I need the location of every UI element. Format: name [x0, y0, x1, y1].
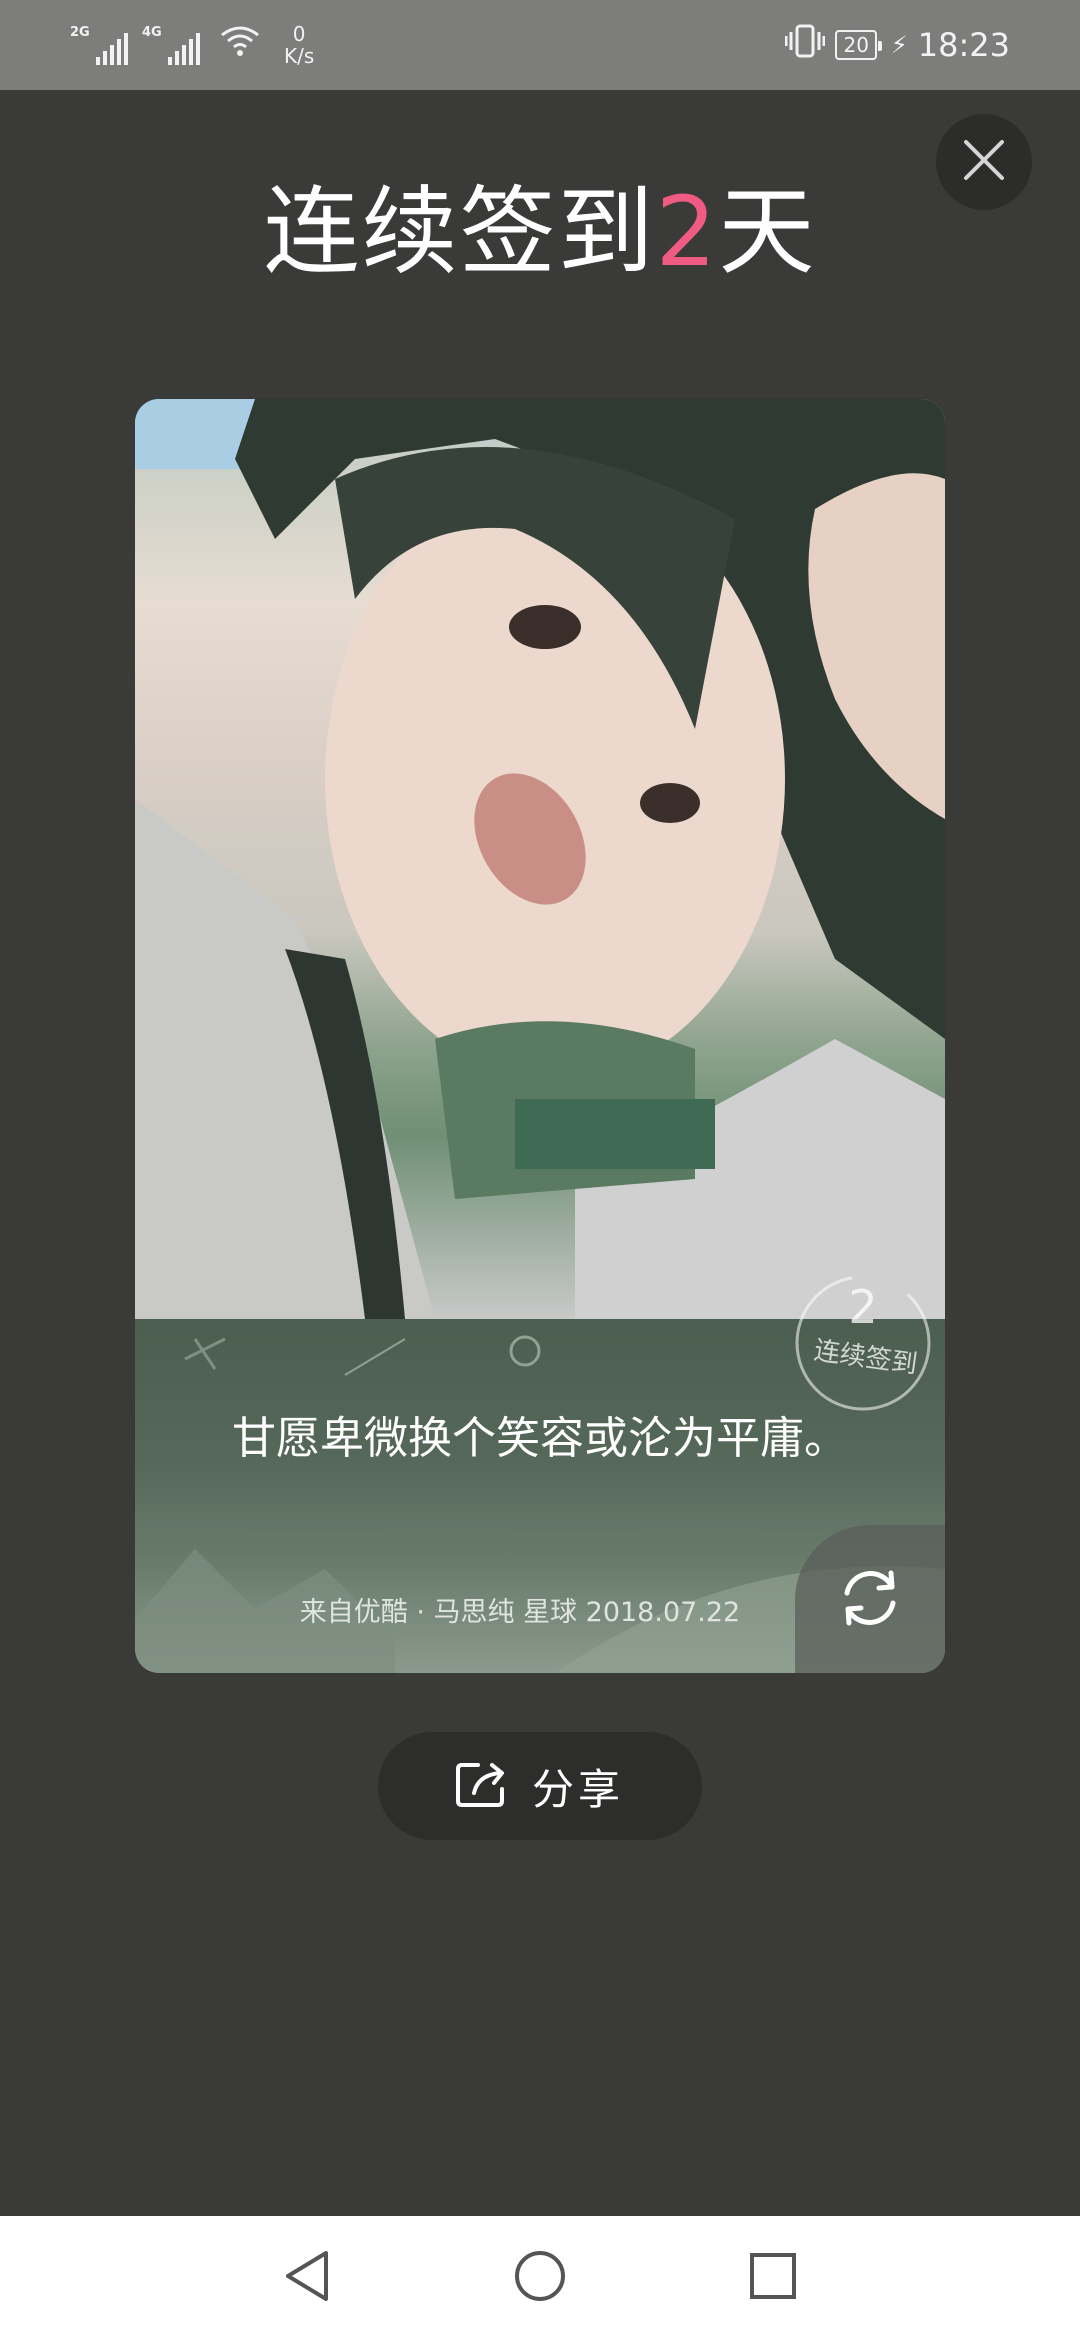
title-suffix: 天: [718, 176, 817, 288]
share-button[interactable]: 分享: [378, 1732, 702, 1840]
vibrate-icon: [784, 24, 826, 66]
status-right: 20 ⚡ 18:23: [784, 24, 1010, 66]
nav-home-button[interactable]: [505, 2243, 575, 2313]
nav-back-button[interactable]: [272, 2243, 342, 2313]
home-circle-icon: [513, 2249, 567, 2307]
stamp-days: 2: [848, 1280, 878, 1334]
signal-4g-icon: 4G: [142, 25, 200, 65]
status-bar: 2G 4G 0 K/s 20 ⚡ 18:23: [0, 0, 1080, 90]
nav-recent-button[interactable]: [738, 2243, 808, 2313]
signal-2g-icon: 2G: [70, 25, 128, 65]
refresh-icon: [835, 1563, 905, 1637]
title-days-count: 2: [655, 176, 719, 288]
share-label: 分享: [531, 1764, 624, 1814]
recent-square-icon: [748, 2251, 798, 2305]
charging-icon: ⚡: [890, 31, 908, 59]
page-title: 连续签到2天: [0, 172, 1080, 292]
signal-4g-tag: 4G: [142, 25, 162, 40]
checkin-stamp: 2 连续签到: [783, 1263, 943, 1423]
signal-2g-tag: 2G: [70, 25, 90, 40]
net-speed: 0 K/s: [284, 23, 314, 67]
clock: 18:23: [917, 26, 1010, 64]
refresh-button[interactable]: [795, 1525, 945, 1673]
system-nav-bar: [0, 2216, 1080, 2340]
share-icon: [455, 1761, 508, 1811]
wifi-icon: [220, 25, 260, 66]
status-left: 2G 4G 0 K/s: [70, 23, 314, 67]
net-speed-unit: K/s: [284, 44, 315, 68]
battery-indicator: 20: [835, 30, 883, 60]
checkin-card: 甘愿卑微换个笑容或沦为平庸。 来自优酷 · 马思纯 星球 2018.07.22 …: [135, 399, 945, 1673]
back-triangle-icon: [282, 2249, 332, 2307]
photo-illustration: [135, 399, 945, 1319]
card-photo: [135, 399, 945, 1319]
title-prefix: 连续签到: [263, 176, 656, 288]
net-speed-value: 0: [292, 22, 306, 46]
